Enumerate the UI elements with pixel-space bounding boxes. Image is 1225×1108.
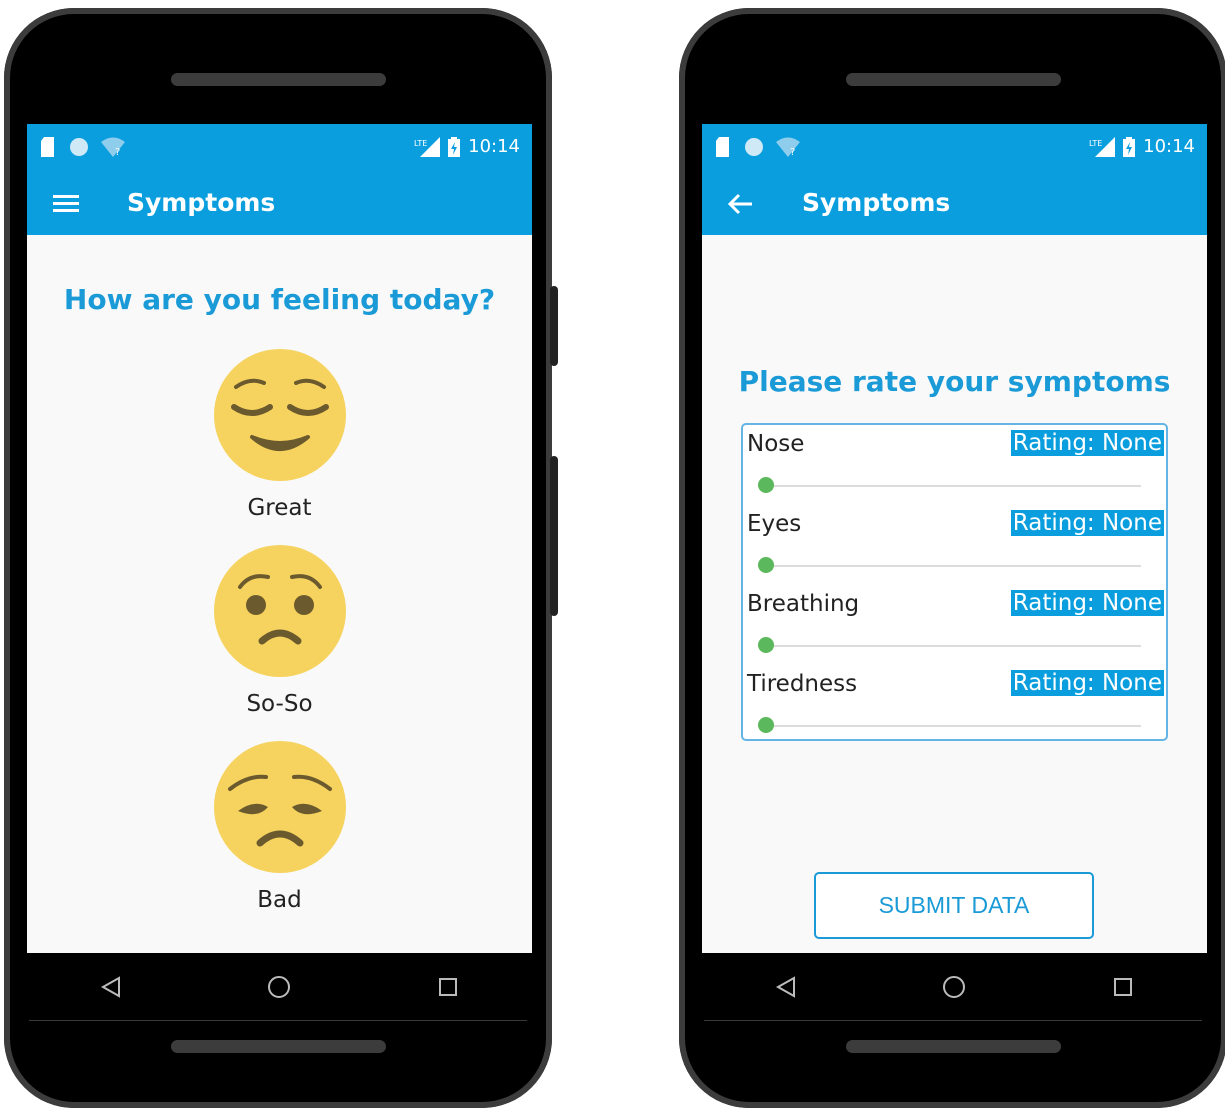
wifi-icon: ? — [101, 137, 125, 157]
screen-mood: ? LTE 10:14 Symptoms How are you feeling… — [27, 124, 532, 953]
symptom-card: Nose Rating: None Eyes Rating: None Brea… — [741, 423, 1168, 741]
screen-rate-symptoms: ? LTE 10:14 Symptoms Please rate your sy… — [702, 124, 1207, 953]
app-bar: Symptoms — [27, 172, 532, 235]
symptom-row-eyes: Eyes Rating: None — [743, 505, 1166, 585]
phone-frame-left: ? LTE 10:14 Symptoms How are you feeling… — [4, 8, 558, 1108]
back-nav-icon[interactable] — [99, 975, 123, 999]
symptom-name: Nose — [747, 431, 805, 457]
symptom-name: Breathing — [747, 591, 860, 617]
rate-heading: Please rate your symptoms — [738, 365, 1171, 398]
symptom-name: Eyes — [747, 511, 802, 537]
symptom-name: Tiredness — [747, 671, 858, 697]
sync-circle-icon — [70, 138, 88, 156]
rating-slider-track[interactable] — [765, 645, 1141, 647]
battery-charging-icon — [448, 136, 461, 157]
sad-face-icon — [213, 741, 346, 873]
mood-question: How are you feeling today? — [63, 283, 496, 316]
app-title: Symptoms — [802, 188, 951, 217]
rating-slider-thumb[interactable] — [758, 637, 774, 653]
svg-text:LTE: LTE — [414, 139, 427, 148]
rating-slider-thumb[interactable] — [758, 717, 774, 733]
recents-nav-icon[interactable] — [436, 975, 460, 999]
submit-data-button[interactable]: SUBMIT DATA — [814, 872, 1094, 939]
back-arrow-icon[interactable] — [726, 189, 756, 219]
rating-value: Rating: None — [1010, 670, 1164, 696]
status-bar: ? LTE 10:14 — [702, 124, 1207, 172]
rate-content: Please rate your symptoms Nose Rating: N… — [702, 235, 1207, 953]
recents-nav-icon[interactable] — [1111, 975, 1135, 999]
status-time: 10:14 — [468, 136, 520, 157]
menu-icon[interactable] — [51, 189, 81, 219]
mood-label: So-So — [246, 691, 313, 717]
mood-content: How are you feeling today? Great So-So B… — [27, 235, 532, 953]
mood-option-bad[interactable]: Bad — [27, 741, 532, 913]
phone-frame-right: ? LTE 10:14 Symptoms Please rate your sy… — [679, 8, 1225, 1108]
lte-signal-icon: LTE — [1089, 136, 1116, 157]
svg-text:?: ? — [790, 147, 795, 157]
nav-divider — [29, 1020, 527, 1021]
svg-text:LTE: LTE — [1089, 139, 1102, 148]
battery-charging-icon — [1123, 136, 1136, 157]
rating-slider-track[interactable] — [765, 725, 1141, 727]
top-speaker — [171, 73, 386, 86]
rating-value: Rating: None — [1010, 510, 1164, 536]
home-nav-icon[interactable] — [266, 974, 292, 1000]
worried-face-icon — [213, 545, 346, 677]
app-bar: Symptoms — [702, 172, 1207, 235]
rating-value: Rating: None — [1010, 430, 1164, 456]
power-button — [550, 456, 558, 616]
wifi-icon: ? — [776, 137, 800, 157]
mood-label: Bad — [257, 887, 302, 913]
mood-option-so-so[interactable]: So-So — [27, 545, 532, 717]
sd-card-icon — [41, 137, 54, 157]
rating-slider-track[interactable] — [765, 485, 1141, 487]
app-title: Symptoms — [127, 188, 276, 217]
mood-label: Great — [247, 495, 312, 521]
sd-card-icon — [716, 137, 729, 157]
symptom-row-nose: Nose Rating: None — [743, 425, 1166, 505]
rating-slider-thumb[interactable] — [758, 557, 774, 573]
sync-circle-icon — [745, 138, 763, 156]
bottom-speaker — [846, 1040, 1061, 1053]
rating-slider-thumb[interactable] — [758, 477, 774, 493]
nav-bar — [27, 953, 532, 1021]
lte-signal-icon: LTE — [414, 136, 441, 157]
mood-option-great[interactable]: Great — [27, 349, 532, 521]
nav-bar — [702, 953, 1207, 1021]
status-bar: ? LTE 10:14 — [27, 124, 532, 172]
svg-text:?: ? — [115, 147, 120, 157]
nav-divider — [704, 1020, 1202, 1021]
home-nav-icon[interactable] — [941, 974, 967, 1000]
top-speaker — [846, 73, 1061, 86]
volume-button — [550, 286, 558, 366]
bottom-speaker — [171, 1040, 386, 1053]
rating-slider-track[interactable] — [765, 565, 1141, 567]
relieved-face-icon — [213, 349, 346, 481]
symptom-row-breathing: Breathing Rating: None — [743, 585, 1166, 665]
symptom-row-tiredness: Tiredness Rating: None — [743, 665, 1166, 745]
rating-value: Rating: None — [1010, 590, 1164, 616]
back-nav-icon[interactable] — [774, 975, 798, 999]
status-time: 10:14 — [1143, 136, 1195, 157]
